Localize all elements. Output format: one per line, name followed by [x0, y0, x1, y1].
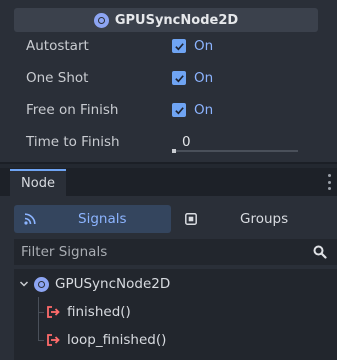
inspector-bottom-edge	[0, 156, 337, 164]
time-to-finish-spinbox[interactable]: 0	[172, 131, 302, 153]
checkmark-icon	[172, 39, 186, 53]
tab-node[interactable]: Node	[10, 169, 66, 196]
checkbox-value: On	[194, 70, 214, 86]
class-header-label: GPUSyncNode2D	[114, 12, 239, 28]
tree-guide-line	[38, 297, 39, 341]
tree-item-signal[interactable]: finished()	[46, 299, 131, 325]
property-autostart: Autostart On	[14, 31, 318, 61]
checkbox-value: On	[194, 102, 214, 118]
groups-icon	[185, 213, 197, 225]
groups-tab[interactable]: Groups	[175, 205, 325, 233]
node2d-icon	[34, 276, 49, 292]
dock-tab-bar: Node	[0, 168, 337, 196]
search-icon	[313, 245, 327, 259]
spinbox-value: 0	[182, 134, 191, 150]
property-one-shot: One Shot On	[14, 63, 318, 93]
property-label: Free on Finish	[26, 102, 119, 118]
tree-guide-line	[38, 312, 44, 313]
signal-icon	[47, 306, 60, 318]
node-dock: Signals Groups G	[0, 196, 337, 360]
one-shot-checkbox[interactable]: On	[172, 70, 213, 86]
property-label: Autostart	[26, 38, 89, 54]
filter-signals-input[interactable]	[14, 244, 294, 260]
property-time-to-finish: Time to Finish 0	[14, 127, 318, 157]
signals-icon	[24, 213, 36, 225]
tree-item-signal[interactable]: loop_finished()	[46, 327, 166, 353]
tree-item-label: GPUSyncNode2D	[55, 276, 171, 292]
tree-guide-line	[38, 340, 44, 341]
signals-tab-label: Signals	[78, 211, 127, 227]
checkmark-icon	[172, 71, 186, 85]
signal-icon	[47, 334, 60, 346]
free-on-finish-checkbox[interactable]: On	[172, 102, 213, 118]
tree-item-label: finished()	[67, 304, 131, 320]
property-label: Time to Finish	[26, 134, 120, 150]
filter-signals-field	[14, 239, 337, 265]
checkmark-icon	[172, 103, 186, 117]
tree-item-root[interactable]: GPUSyncNode2D	[18, 271, 170, 297]
spinbox-slider-grabber[interactable]	[172, 149, 176, 153]
property-label: One Shot	[26, 70, 89, 86]
signals-tab[interactable]: Signals	[14, 205, 171, 233]
signals-tree: GPUSyncNode2D finished() loop_finished()	[14, 269, 337, 360]
spinbox-slider-track	[172, 150, 298, 152]
autostart-checkbox[interactable]: On	[172, 38, 213, 54]
property-free-on-finish: Free on Finish On	[14, 95, 318, 125]
godot-editor-right-panel: GPUSyncNode2D Autostart On One Shot On F…	[0, 0, 337, 360]
tree-item-label: loop_finished()	[67, 332, 167, 348]
groups-tab-label: Groups	[240, 211, 289, 227]
chevron-down-icon[interactable]	[18, 278, 30, 290]
dock-menu-icon[interactable]	[327, 174, 331, 190]
checkbox-value: On	[194, 38, 214, 54]
inspector-panel: GPUSyncNode2D Autostart On One Shot On F…	[0, 0, 337, 164]
node2d-icon	[93, 12, 109, 28]
class-header[interactable]: GPUSyncNode2D	[14, 8, 318, 32]
